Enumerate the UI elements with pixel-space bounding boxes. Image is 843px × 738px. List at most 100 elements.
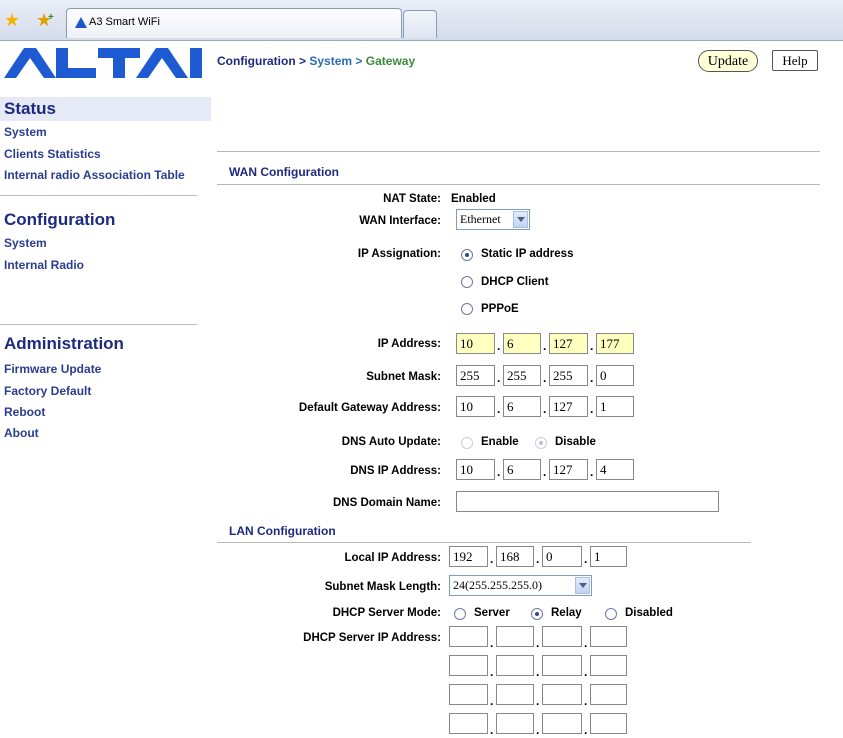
lan-section-title: LAN Configuration <box>229 524 336 538</box>
dhcp-server-mode-label: DHCP Server Mode: <box>332 607 441 619</box>
browser-tab-active[interactable]: A3 Smart WiFi <box>66 8 402 38</box>
dhcp-ip-3-octet-4[interactable] <box>590 684 627 705</box>
dhcp-ip-3-octet-2[interactable] <box>496 684 534 705</box>
subnet-mask-octet-1[interactable]: 255 <box>456 365 495 386</box>
dns-ip-octet-4[interactable]: 4 <box>596 459 634 480</box>
ip-assign-dhcp-label: DHCP Client <box>481 276 549 288</box>
wan-section-title: WAN Configuration <box>229 165 339 179</box>
ip-address-label: IP Address: <box>377 338 441 350</box>
wan-interface-label: WAN Interface: <box>359 215 441 227</box>
ip-assign-pppoe-radio[interactable] <box>461 303 473 315</box>
subnet-mask-octet-4[interactable]: 0 <box>596 365 634 386</box>
dns-auto-enable-radio[interactable] <box>461 437 473 449</box>
subnet-mask-length-select[interactable]: 24(255.255.255.0) <box>449 575 592 596</box>
sidebar-item-reboot[interactable]: Reboot <box>0 405 45 419</box>
breadcrumb-configuration: Configuration <box>217 54 296 68</box>
wan-interface-select[interactable]: Ethernet <box>456 209 530 230</box>
chevron-down-icon[interactable] <box>575 577 590 594</box>
subnet-mask-octet-3[interactable]: 255 <box>549 365 588 386</box>
dhcp-ip-4-octet-4[interactable] <box>590 713 627 734</box>
dhcp-ip-4-octet-2[interactable] <box>496 713 534 734</box>
dns-auto-disable-radio[interactable] <box>535 437 547 449</box>
sidebar-administration-heading: Administration <box>4 334 124 353</box>
sidebar-item-internal-radio[interactable]: Internal Radio <box>0 258 84 272</box>
dhcp-ip-4-octet-3[interactable] <box>542 713 582 734</box>
sidebar-item-firmware-update[interactable]: Firmware Update <box>0 362 101 376</box>
sidebar-divider <box>0 195 197 196</box>
sidebar-item-about[interactable]: About <box>0 426 39 440</box>
dhcp-mode-relay-radio[interactable] <box>531 608 543 620</box>
ip-assignation-label: IP Assignation: <box>357 248 441 260</box>
subnet-mask-length-label: Subnet Mask Length: <box>324 581 441 593</box>
ip-assign-static-label: Static IP address <box>481 248 574 260</box>
new-tab-button[interactable] <box>403 10 437 38</box>
nat-state-value: Enabled <box>451 193 496 205</box>
ip-assign-dhcp-radio[interactable] <box>461 276 473 288</box>
ip-address-octet-2[interactable]: 6 <box>503 333 541 354</box>
sidebar-item-config-system[interactable]: System <box>0 236 47 250</box>
dns-ip-octet-3[interactable]: 127 <box>549 459 588 480</box>
dns-domain-label: DNS Domain Name: <box>333 497 441 509</box>
dhcp-mode-disabled-radio[interactable] <box>605 608 617 620</box>
nat-state-label: NAT State: <box>383 193 441 205</box>
dhcp-ip-3-octet-1[interactable] <box>449 684 488 705</box>
wan-interface-value: Ethernet <box>460 212 501 226</box>
dns-ip-label: DNS IP Address: <box>350 465 441 477</box>
local-ip-octet-1[interactable]: 192 <box>449 546 488 567</box>
ip-assign-pppoe-label: PPPoE <box>481 303 519 315</box>
sidebar-status-heading: Status <box>0 97 211 121</box>
altai-favicon-icon <box>75 17 87 28</box>
gateway-octet-4[interactable]: 1 <box>596 396 634 417</box>
plus-icon: + <box>48 12 54 23</box>
default-gateway-label: Default Gateway Address: <box>298 402 441 414</box>
breadcrumb-system: System <box>309 54 353 68</box>
dhcp-ip-3-octet-3[interactable] <box>542 684 582 705</box>
breadcrumb-gateway: Gateway <box>365 54 416 68</box>
dhcp-mode-disabled-label: Disabled <box>625 607 673 619</box>
sidebar-item-clients-statistics[interactable]: Clients Statistics <box>0 147 101 161</box>
dhcp-mode-server-radio[interactable] <box>454 608 466 620</box>
dns-ip-octet-2[interactable]: 6 <box>503 459 541 480</box>
altai-logo <box>4 48 202 78</box>
ip-address-octet-4[interactable]: 177 <box>596 333 634 354</box>
dhcp-ip-2-octet-3[interactable] <box>542 655 582 676</box>
dhcp-ip-4-octet-1[interactable] <box>449 713 488 734</box>
dns-domain-input[interactable] <box>456 491 719 512</box>
gateway-octet-2[interactable]: 6 <box>503 396 541 417</box>
dhcp-ip-1-octet-1[interactable] <box>449 626 488 647</box>
dhcp-ip-1-octet-3[interactable] <box>542 626 582 647</box>
help-button[interactable]: Help <box>772 50 818 71</box>
dns-ip-octet-1[interactable]: 10 <box>456 459 495 480</box>
update-button[interactable]: Update <box>698 50 758 72</box>
sidebar-item-status-system[interactable]: System <box>0 125 47 139</box>
dhcp-ip-2-octet-2[interactable] <box>496 655 534 676</box>
ip-assign-static-radio[interactable] <box>461 249 473 261</box>
dhcp-ip-1-octet-4[interactable] <box>590 626 627 647</box>
dhcp-ip-2-octet-4[interactable] <box>590 655 627 676</box>
divider <box>217 184 820 185</box>
sidebar-item-association-table[interactable]: Internal radio Association Table <box>0 168 185 182</box>
dhcp-ip-2-octet-1[interactable] <box>449 655 488 676</box>
local-ip-octet-3[interactable]: 0 <box>542 546 582 567</box>
breadcrumb-separator: > <box>355 54 363 68</box>
favorites-star-icon[interactable]: ★ <box>4 11 20 29</box>
chevron-down-icon[interactable] <box>513 211 528 228</box>
subnet-mask-length-value: 24(255.255.255.0) <box>453 578 542 592</box>
sidebar-divider <box>0 324 197 325</box>
dns-auto-disable-label: Disable <box>555 436 596 448</box>
dns-auto-enable-label: Enable <box>481 436 519 448</box>
local-ip-octet-4[interactable]: 1 <box>590 546 627 567</box>
local-ip-label: Local IP Address: <box>344 552 441 564</box>
sidebar-item-factory-default[interactable]: Factory Default <box>0 384 91 398</box>
browser-tab-title: A3 Smart WiFi <box>89 16 160 28</box>
breadcrumb-separator: > <box>299 54 307 68</box>
subnet-mask-label: Subnet Mask: <box>366 371 441 383</box>
dhcp-ip-1-octet-2[interactable] <box>496 626 534 647</box>
gateway-octet-1[interactable]: 10 <box>456 396 495 417</box>
ip-address-octet-1[interactable]: 10 <box>456 333 495 354</box>
local-ip-octet-2[interactable]: 168 <box>496 546 534 567</box>
gateway-octet-3[interactable]: 127 <box>549 396 588 417</box>
subnet-mask-octet-2[interactable]: 255 <box>503 365 541 386</box>
dhcp-mode-relay-label: Relay <box>551 607 582 619</box>
ip-address-octet-3[interactable]: 127 <box>549 333 588 354</box>
